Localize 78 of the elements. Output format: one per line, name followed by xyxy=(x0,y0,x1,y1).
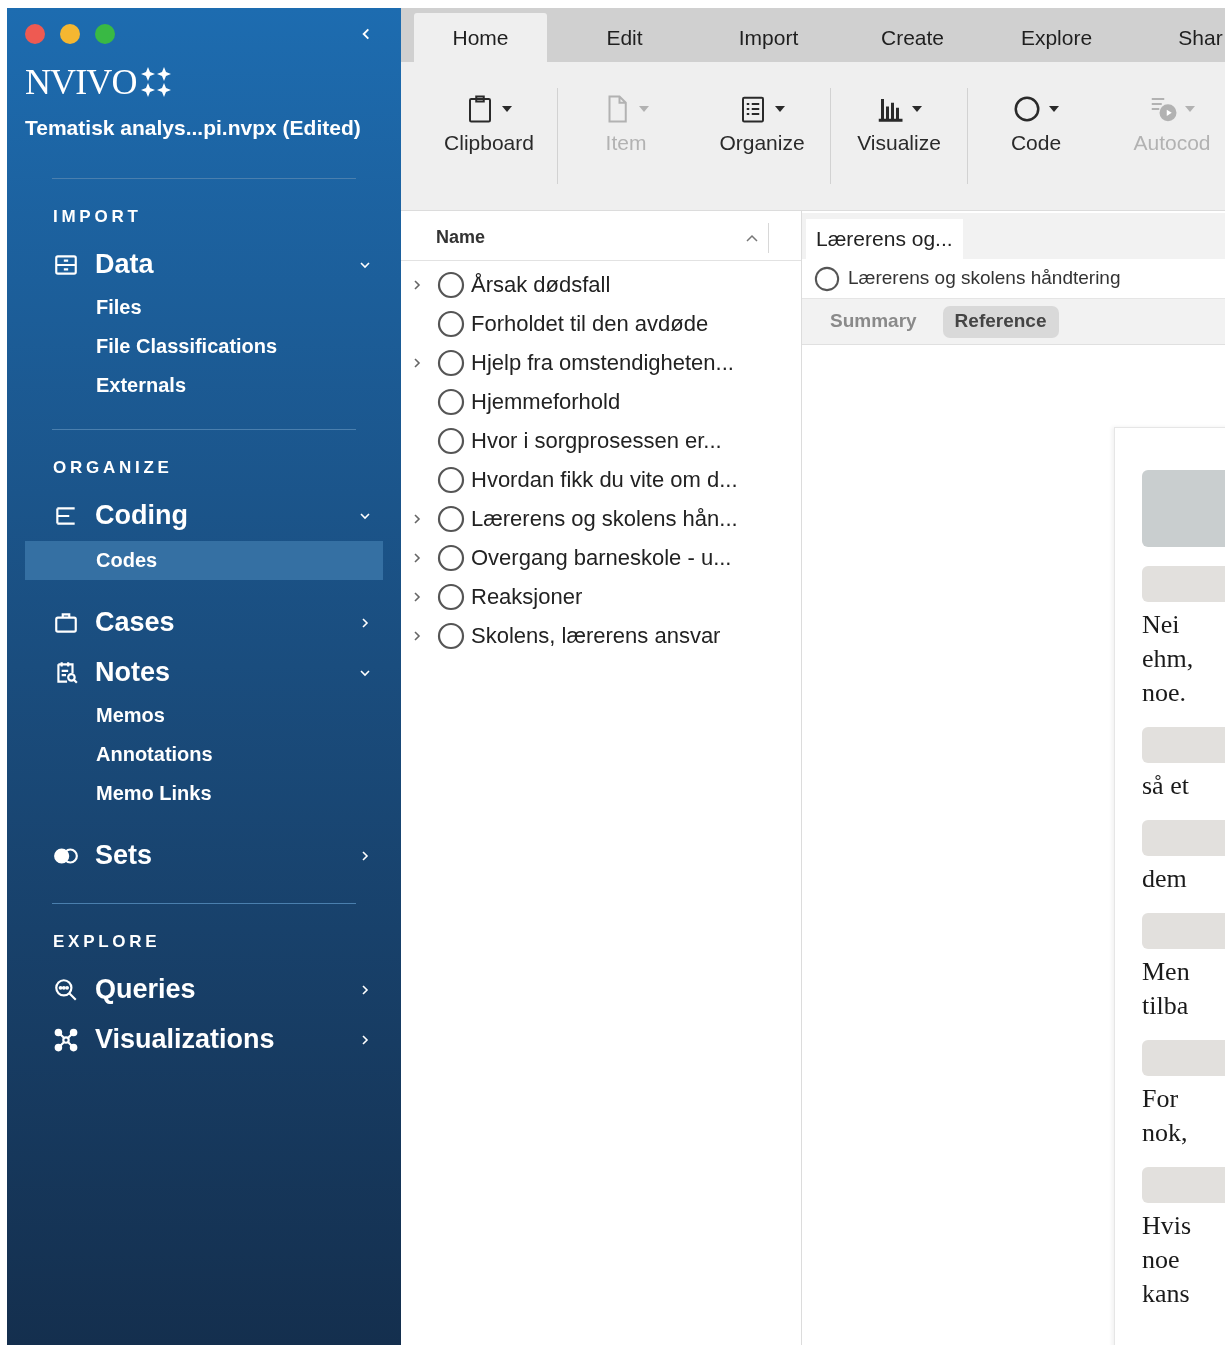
document-text-line: dem xyxy=(1142,863,1188,895)
node-circle-icon xyxy=(814,265,840,292)
app-logo: NVIVO xyxy=(25,64,137,100)
toolbar-button[interactable]: Visualize xyxy=(831,88,967,184)
network-icon xyxy=(53,1026,79,1053)
section-heading: EXPLORE xyxy=(53,930,162,953)
sidebar-item[interactable]: Annotations xyxy=(25,734,383,774)
sidebar-group[interactable]: Data xyxy=(25,241,383,288)
node-circle-icon xyxy=(437,270,465,299)
code-row[interactable]: Lærerens og skolens hån... xyxy=(401,499,801,538)
code-row[interactable]: Overgang barneskole - u... xyxy=(401,538,801,577)
ribbon-tab[interactable]: Edit xyxy=(558,13,691,62)
code-row[interactable]: Skolens, lærerens ansvar xyxy=(401,616,801,655)
sort-ascending-icon xyxy=(746,233,758,242)
view-tab[interactable]: Reference xyxy=(942,305,1059,338)
document-text-line: nok, xyxy=(1142,1117,1189,1149)
toolbar-button[interactable]: Code xyxy=(968,88,1104,184)
document-text-line: Nei xyxy=(1142,609,1181,641)
code-row[interactable]: Hvordan fikk du vite om d... xyxy=(401,460,801,499)
caret-icon xyxy=(1184,105,1196,113)
document-tab[interactable]: Lærerens og... xyxy=(806,219,963,259)
caret-icon xyxy=(774,105,786,113)
sidebar-group[interactable]: Coding xyxy=(25,492,383,539)
node-circle-icon xyxy=(437,621,465,650)
sidebar-group[interactable]: Sets xyxy=(25,832,383,879)
project-name: Tematisk analys...pi.nvpx (Edited) xyxy=(25,115,362,141)
ribbon-tab[interactable]: Import xyxy=(702,13,835,62)
document-text-line: noe. xyxy=(1142,677,1188,709)
code-row[interactable]: Årsak dødsfall xyxy=(401,265,801,304)
node-circle-icon xyxy=(437,543,465,572)
sidebar-item[interactable]: Memo Links xyxy=(25,773,383,813)
node-circle-icon xyxy=(437,465,465,494)
sidebar-item[interactable]: File Classifications xyxy=(25,326,383,366)
column-header[interactable]: Name xyxy=(401,222,769,253)
ribbon-tab[interactable]: Create xyxy=(846,13,979,62)
ribbon-tab[interactable]: Home xyxy=(414,13,547,62)
node-circle-icon xyxy=(437,426,465,455)
ribbon-tab[interactable]: Shar xyxy=(1134,13,1225,62)
document-text-line: ehm, xyxy=(1142,643,1195,675)
node-circle-icon xyxy=(437,504,465,533)
document-text-line: Hvis xyxy=(1142,1210,1193,1242)
document-text-line: kans xyxy=(1142,1278,1191,1310)
document-text-line: Men xyxy=(1142,956,1191,988)
sidebar-group[interactable]: Cases xyxy=(25,599,383,646)
document-text-line: tilba xyxy=(1142,990,1190,1022)
code-row[interactable]: Hvor i sorgprosessen er... xyxy=(401,421,801,460)
sidebar-group[interactable]: Notes xyxy=(25,649,383,696)
caret-icon xyxy=(501,105,513,113)
caret-icon xyxy=(638,105,650,113)
code-row[interactable]: Hjemmeforhold xyxy=(401,382,801,421)
node-circle-icon xyxy=(437,582,465,611)
document-text-line: så et xyxy=(1142,770,1190,802)
node-circle-icon xyxy=(437,309,465,338)
sparkle-logo-icon xyxy=(140,66,173,98)
node-circle-icon xyxy=(437,348,465,377)
sidebar-item[interactable]: Externals xyxy=(25,365,383,405)
ribbon-tab[interactable]: Explore xyxy=(990,13,1123,62)
code-row[interactable]: Forholdet til den avdøde xyxy=(401,304,801,343)
sidebar-group[interactable]: Queries xyxy=(25,966,383,1013)
search-icon xyxy=(53,976,79,1003)
circle-icon xyxy=(1012,94,1042,124)
document-text-line: For xyxy=(1142,1083,1180,1115)
code-row[interactable]: Hjelp fra omstendigheten... xyxy=(401,343,801,382)
minimize-window-icon[interactable] xyxy=(60,24,80,44)
section-heading: IMPORT xyxy=(53,205,143,228)
sidebar-item[interactable]: Files xyxy=(25,287,383,327)
caret-icon xyxy=(1048,105,1060,113)
code-row[interactable]: Reaksjoner xyxy=(401,577,801,616)
caret-icon xyxy=(911,105,923,113)
sidebar-item[interactable]: Memos xyxy=(25,695,383,735)
sidebar-group[interactable]: Visualizations xyxy=(25,1016,383,1063)
document-text-line: noe xyxy=(1142,1244,1181,1276)
toolbar-button[interactable]: Organize xyxy=(694,88,830,184)
section-heading: ORGANIZE xyxy=(53,456,174,479)
toolbar-button[interactable]: Clipboard xyxy=(421,88,557,184)
node-circle-icon xyxy=(437,387,465,416)
sidebar-item[interactable]: Codes xyxy=(25,540,383,580)
code-title: Lærerens og skolens håndtering xyxy=(848,266,1121,291)
